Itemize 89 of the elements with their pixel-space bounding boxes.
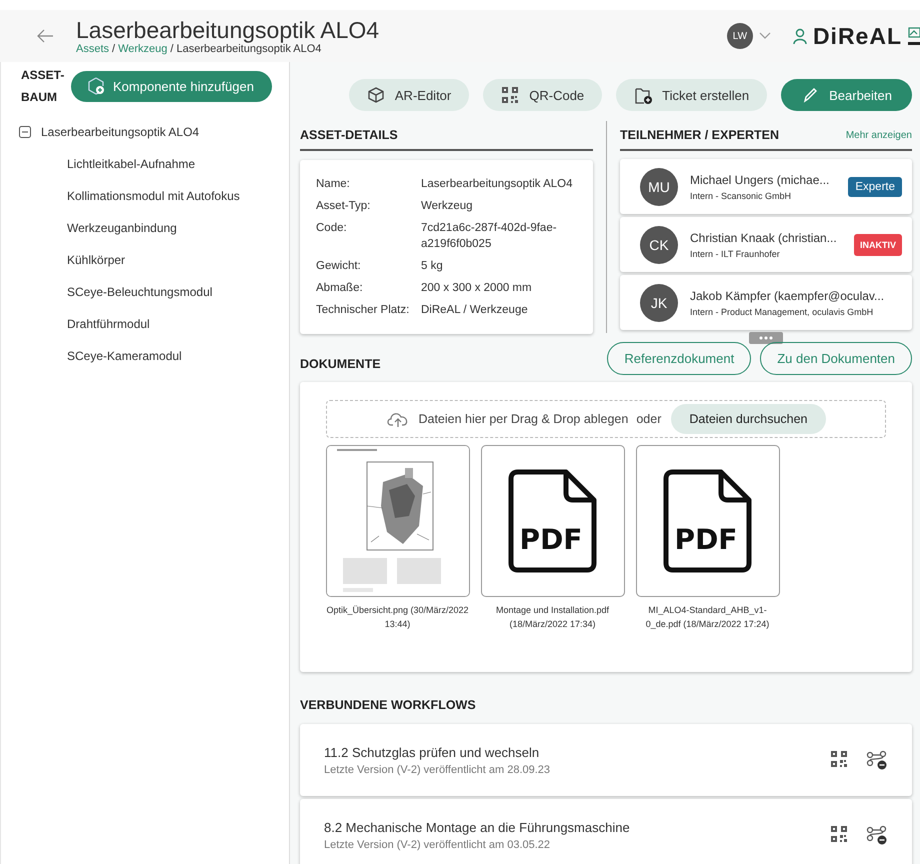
tree-item[interactable]: Laserbearbeitungsoptik ALO4 (41, 125, 200, 139)
field-value: Werkzeug (421, 199, 474, 214)
logo-text: DiReAL (812, 22, 902, 50)
participant-name: Jakob Kämpfer (kaempfer@oculav... (690, 288, 886, 302)
logo-mark-icon (908, 25, 920, 47)
workflow-title: 11.2 Schutzglas prüfen und wechseln (324, 744, 540, 760)
field-label: Gewicht: (316, 259, 362, 274)
tree-item[interactable]: SCeye-Beleuchtungsmodul (67, 285, 212, 299)
breadcrumb-separator: / (112, 43, 116, 55)
participant-org: Intern - ILT Fraunhofer (690, 248, 781, 258)
outline-button[interactable]: Zu den Dokumenten (760, 342, 912, 375)
file-caption: Montage und Installation.pdf (18/März/2022 17:34) (494, 604, 610, 631)
participant-card[interactable]: JK Jakob Kämpfer (kaempfer@oculav... Intern - Product Management, oculavis GmbH (620, 275, 912, 330)
section-heading: ASSET-DETAILS (300, 128, 398, 142)
field-value: Laserbearbeitungsoptik ALO4 (421, 177, 574, 192)
workflow-card[interactable]: 8.2 Mechanische Montage an die Führungsmaschine Letzte Version (V-2) veröffentlicht am 03.05.22 (300, 799, 912, 864)
tree-item[interactable]: Werkzeuganbindung (67, 221, 177, 235)
tree-item[interactable]: Drahtführmodul (67, 317, 150, 331)
toolbar-button[interactable]: Bearbeiten (781, 79, 912, 111)
participant-org: Intern - Scansonic GmbH (690, 190, 792, 200)
field-label: Asset-Typ: (316, 199, 372, 214)
breadcrumb-current: Laserbearbeitungsoptik ALO4 (176, 43, 322, 55)
avatar: MU (640, 168, 678, 206)
participant-org: Intern - Product Management, oculavis GmbH (690, 306, 874, 316)
role-badge: INAKTIV (854, 234, 902, 256)
chevron-down-icon[interactable] (758, 32, 771, 40)
file-thumbnail[interactable]: PDF (480, 445, 624, 597)
file-type-label: PDF (519, 523, 582, 556)
tree-item[interactable]: SCeye-Kameramodul (67, 349, 182, 363)
workflow-icon[interactable] (866, 750, 888, 770)
workflow-title: 8.2 Mechanische Montage an die Führungsmaschine (324, 820, 631, 834)
file-caption: MI_ALO4-Standard_AHB_v1-0_de.pdf (18/März/2022 17:24) (644, 604, 770, 631)
back-icon[interactable] (36, 29, 54, 43)
add-component-icon (87, 77, 105, 95)
breadcrumb-separator: / (170, 43, 174, 55)
field-value: 7cd21a6c-287f-402d-9fae-a219f6f0b025 (421, 221, 558, 252)
drop-zone-text: Dateien hier per Drag & Drop ablegen (418, 412, 628, 426)
tree-item[interactable]: Kühlkörper (67, 253, 126, 267)
avatar: CK (640, 226, 678, 264)
workflow-subtitle: Letzte Version (V-2) veröffentlicht am 28.09.23 (324, 764, 552, 776)
pencil-icon (801, 86, 820, 104)
user-avatar[interactable]: LW (726, 23, 753, 49)
tree-item[interactable]: Kollimationsmodul mit Autofokus (67, 189, 240, 203)
document-icon (663, 470, 751, 572)
field-label: Technischer Platz: (316, 303, 410, 318)
field-value: DiReAL / Werkzeuge (421, 303, 529, 318)
browse-files-button[interactable]: Dateien durchsuchen (671, 404, 826, 434)
field-label: Abmaße: (316, 281, 364, 296)
add-component-button[interactable]: Komponente hinzufügen (71, 70, 272, 102)
more-link[interactable]: Mehr anzeigen (846, 130, 912, 140)
qr-code-icon[interactable] (830, 750, 848, 768)
cube-icon (366, 86, 385, 104)
file-type-label: PDF (674, 523, 737, 556)
section-heading: TEILNEHMER / EXPERTEN (620, 128, 780, 142)
toolbar-button[interactable]: AR-Editor (348, 79, 470, 111)
participant-name: Christian Knaak (christian... (690, 230, 838, 244)
participant-name: Michael Ungers (michae... (690, 172, 830, 186)
folder-add-icon (634, 86, 652, 104)
avatar: JK (640, 284, 678, 322)
qr-code-icon (501, 86, 520, 104)
file-caption: Optik_Übersicht.png (30/März/2022 13:44) (325, 604, 470, 631)
workflow-card[interactable]: 11.2 Schutzglas prüfen und wechseln Letzte Version (V-2) veröffentlicht am 28.09.23 (300, 724, 912, 796)
field-value: 5 kg (421, 259, 444, 274)
field-value: 200 x 300 x 2000 mm (421, 281, 533, 296)
tree-item[interactable]: Lichtleitkabel-Aufnahme (67, 157, 196, 171)
section-heading: DOKUMENTE (300, 357, 381, 373)
document-icon (508, 470, 596, 572)
outline-button[interactable]: Referenzdokument (607, 342, 752, 375)
page-title: Laserbearbeitungsoptik ALO4 (76, 17, 380, 43)
toolbar-button[interactable]: Ticket erstellen (616, 79, 768, 111)
field-label: Name: (316, 177, 351, 192)
person-icon (792, 27, 807, 45)
field-label: Code: (316, 221, 348, 236)
toolbar-button[interactable]: QR-Code (483, 79, 602, 111)
section-heading: VERBUNDENE WORKFLOWS (300, 698, 477, 712)
workflow-icon[interactable] (866, 825, 888, 845)
participant-card[interactable]: MU Michael Ungers (michae... Intern - Scansonic GmbH Experte (620, 159, 912, 214)
drop-zone[interactable]: Dateien hier per Drag & Drop ablegen oder Dateien durchsuchen (326, 400, 886, 438)
sidebar-title: ASSET-BAUM (21, 67, 65, 106)
workflow-subtitle: Letzte Version (V-2) veröffentlicht am 03.05.22 (324, 838, 552, 850)
more-icon[interactable] (749, 332, 783, 344)
qr-code-icon[interactable] (830, 825, 848, 843)
breadcrumb-link[interactable]: Werkzeug (118, 43, 168, 55)
file-thumbnail[interactable]: PDF (636, 445, 780, 597)
drop-zone-separator: oder (636, 412, 662, 426)
collapse-icon[interactable] (19, 126, 31, 138)
participant-card[interactable]: CK Christian Knaak (christian... Intern - ILT Fraunhofer INAKTIV (620, 217, 912, 272)
breadcrumb-link[interactable]: Assets (76, 43, 110, 55)
role-badge: Experte (848, 176, 902, 196)
